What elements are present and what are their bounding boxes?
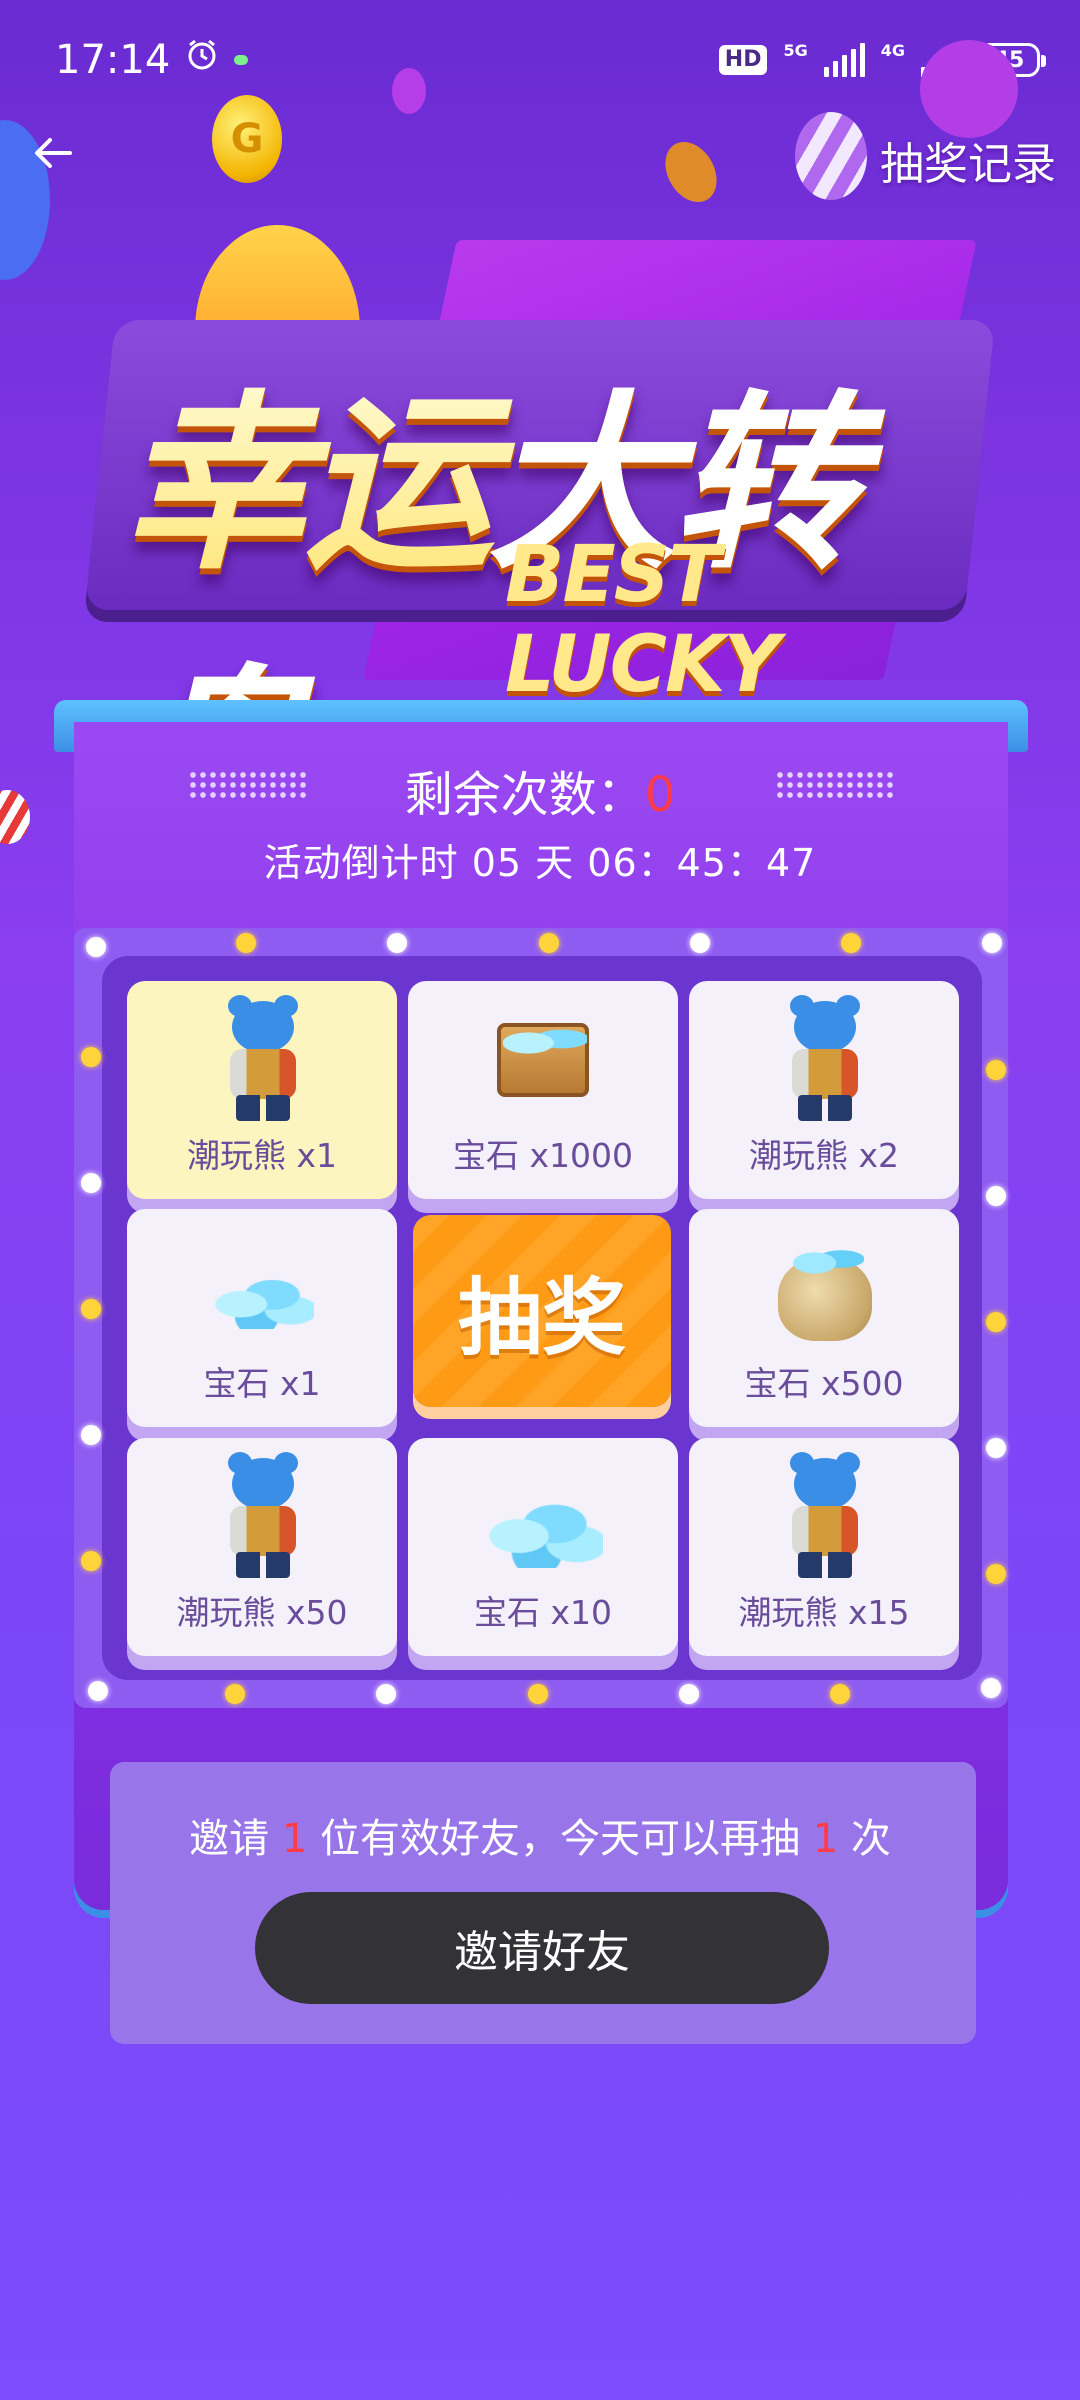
light-bulb	[981, 1678, 1001, 1698]
invite-text-prefix: 邀请	[189, 1816, 270, 1862]
light-bulb	[986, 1438, 1006, 1458]
prize-cell-bear-50: 潮玩熊 x50	[127, 1438, 397, 1656]
light-bulb	[679, 1684, 699, 1704]
light-bulb	[86, 937, 106, 957]
light-bulb	[225, 1684, 245, 1704]
gem-chest-icon	[483, 995, 603, 1123]
banner-title-yellow: 幸运	[120, 374, 489, 595]
invite-hint: 邀请 1 位有效好友，今天可以再抽 1 次	[0, 1806, 1080, 1864]
light-bulb	[690, 933, 710, 953]
decoration-bean	[655, 132, 727, 212]
light-bulb	[539, 933, 559, 953]
remaining-label: 剩余次数：	[404, 767, 645, 823]
light-bulb	[81, 1551, 101, 1571]
light-bulb	[88, 1681, 108, 1701]
toy-bear-icon	[764, 995, 884, 1123]
light-bulb	[986, 1060, 1006, 1080]
lottery-record-link[interactable]: 抽奖记录	[880, 128, 1056, 192]
toy-bear-icon	[202, 995, 322, 1123]
light-bulb	[81, 1299, 101, 1319]
prize-cell-gem-1000: 宝石 x1000	[408, 981, 678, 1199]
decoration-ball-small	[392, 68, 426, 114]
prize-label: 宝石 x1	[203, 1364, 321, 1403]
prize-label: 宝石 x500	[744, 1364, 904, 1403]
network-5g-label: 5G	[783, 40, 808, 60]
prize-label: 潮玩熊 x50	[176, 1593, 348, 1632]
draw-button[interactable]: 抽奖	[413, 1215, 671, 1407]
signal-icon	[823, 43, 865, 77]
prize-label: 潮玩熊 x15	[738, 1593, 910, 1632]
invite-friend-count: 1	[281, 1816, 308, 1862]
prize-cell-gem-10: 宝石 x10	[408, 1438, 678, 1656]
decoration-ball-right	[920, 40, 1018, 138]
light-bulb	[387, 933, 407, 953]
remaining-draws: 剩余次数：0	[0, 755, 1080, 825]
prize-label: 潮玩熊 x1	[186, 1136, 337, 1175]
light-bulb	[528, 1684, 548, 1704]
gem-sack-icon	[764, 1223, 884, 1351]
light-bulb	[982, 933, 1002, 953]
light-bulb	[986, 1186, 1006, 1206]
status-time: 17:14	[55, 37, 171, 83]
event-countdown: 活动倒计时 05 天 06：45：47	[263, 841, 817, 885]
prize-label: 宝石 x10	[473, 1593, 612, 1632]
gem-icon	[202, 1223, 322, 1351]
prize-cell-bear-1: 潮玩熊 x1	[127, 981, 397, 1199]
title-banner: 幸运大转盘 BEST LUCKY	[80, 240, 1000, 870]
remaining-count: 0	[644, 767, 676, 823]
network-4g-label: 4G	[880, 40, 905, 60]
banner-subtitle: BEST LUCKY	[505, 530, 780, 710]
decoration-striped-ball	[795, 112, 867, 200]
light-bulb	[841, 933, 861, 953]
status-bar: 17:14 HD 5G 4G 45	[0, 0, 1080, 120]
light-bulb	[986, 1312, 1006, 1332]
hd-voice-badge: HD	[718, 45, 768, 75]
prize-cell-gem-1: 宝石 x1	[127, 1209, 397, 1427]
toy-bear-icon	[202, 1452, 322, 1580]
alarm-icon	[184, 37, 220, 83]
notification-dot-icon	[234, 55, 249, 65]
coin-icon: G	[212, 95, 282, 183]
gem-pile-icon	[483, 1452, 603, 1580]
prize-cell-gem-500: 宝石 x500	[689, 1209, 959, 1427]
prize-cell-bear-15: 潮玩熊 x15	[689, 1438, 959, 1656]
invite-text-suffix: 次	[850, 1816, 891, 1862]
light-bulb	[986, 1564, 1006, 1584]
back-button[interactable]	[30, 130, 80, 180]
invite-friends-button[interactable]: 邀请好友	[255, 1892, 829, 2004]
light-bulb	[81, 1425, 101, 1445]
prize-label: 潮玩熊 x2	[748, 1136, 899, 1175]
light-bulb	[376, 1684, 396, 1704]
toy-bear-icon	[764, 1452, 884, 1580]
arrow-left-icon	[35, 138, 72, 168]
light-bulb	[81, 1173, 101, 1193]
light-bulb	[830, 1684, 850, 1704]
light-bulb	[81, 1047, 101, 1067]
invite-extra-draws: 1	[812, 1816, 839, 1862]
prize-label: 宝石 x1000	[452, 1136, 633, 1175]
invite-text-middle: 位有效好友，今天可以再抽	[320, 1816, 800, 1862]
prize-cell-bear-2: 潮玩熊 x2	[689, 981, 959, 1199]
light-bulb	[236, 933, 256, 953]
